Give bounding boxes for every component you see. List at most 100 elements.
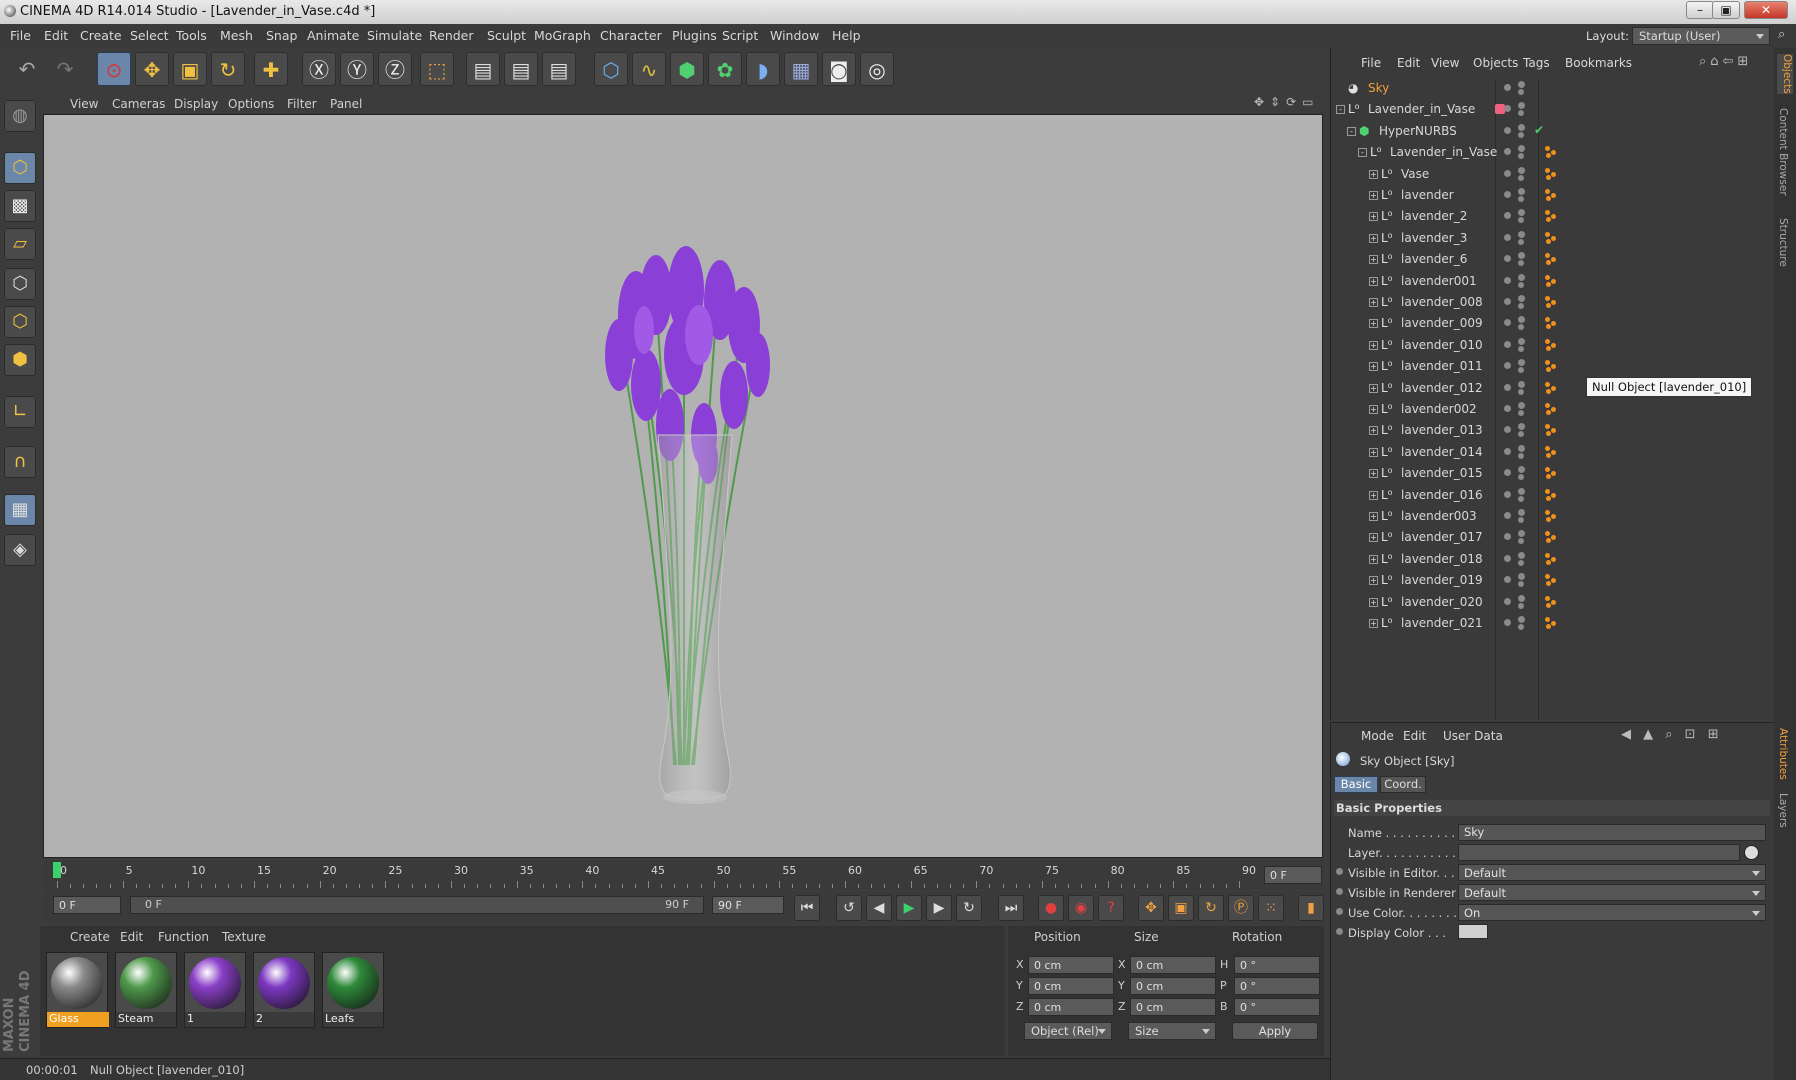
make-editable-icon[interactable]: ◍ xyxy=(4,100,36,132)
visibility-editor-dot[interactable] xyxy=(1504,554,1511,562)
object-row[interactable]: + L⁰ Vase xyxy=(1334,164,1774,185)
expand-icon[interactable]: + xyxy=(1369,405,1378,414)
model-mode-icon[interactable]: ⬡ xyxy=(4,152,36,184)
record-icon[interactable]: ● xyxy=(1038,895,1064,921)
render-view-icon[interactable]: ▤ xyxy=(466,52,500,86)
light-icon[interactable]: ◎ xyxy=(860,52,894,86)
visibility-editor-dot[interactable] xyxy=(1504,512,1511,519)
menu-sculpt[interactable]: Sculpt xyxy=(487,28,526,43)
objects-menu-edit[interactable]: Edit xyxy=(1397,56,1420,70)
visibility-editor-dot[interactable] xyxy=(1504,405,1511,412)
previous-key-icon[interactable]: ↺ xyxy=(836,895,862,921)
menu-character[interactable]: Character xyxy=(600,28,662,43)
workplane-mode-icon[interactable]: ▱ xyxy=(4,228,36,260)
attribute-nav-icons[interactable]: ◀ ▲ ⌕ ⊡ ⊞ xyxy=(1621,727,1723,742)
visibility-editor-dot[interactable] xyxy=(1518,594,1525,602)
key-scale-icon[interactable]: ▣ xyxy=(1168,895,1194,921)
object-row[interactable]: + L⁰ lavender_019 xyxy=(1334,570,1774,591)
object-row[interactable]: + L⁰ lavender_014 xyxy=(1334,442,1774,463)
y-axis-icon[interactable]: Ⓨ xyxy=(340,52,374,86)
array-icon[interactable]: ✿ xyxy=(708,52,742,86)
live-selection-icon[interactable]: ⊙ xyxy=(97,52,131,86)
material-menu-function[interactable]: Function xyxy=(158,930,209,944)
menu-file[interactable]: File xyxy=(10,28,31,43)
expand-icon[interactable]: + xyxy=(1369,298,1378,307)
visibility-editor-dot[interactable] xyxy=(1504,447,1511,455)
object-row[interactable]: + L⁰ lavender xyxy=(1334,185,1774,206)
expand-icon[interactable]: + xyxy=(1369,340,1378,350)
tab-coord[interactable]: Coord. xyxy=(1380,776,1426,793)
visibility-editor-dot[interactable] xyxy=(1518,530,1525,538)
menu-create[interactable]: Create xyxy=(80,28,122,43)
tag-icon[interactable] xyxy=(1545,360,1557,373)
enabled-check-icon[interactable]: ✔ xyxy=(1534,123,1544,137)
tag-icon[interactable] xyxy=(1545,296,1557,308)
last-tool-icon[interactable]: ✚ xyxy=(254,52,288,86)
visibility-editor-dot[interactable] xyxy=(1504,319,1511,327)
attribute-value-select[interactable]: Default xyxy=(1458,864,1766,881)
menu-tools[interactable]: Tools xyxy=(176,28,207,43)
visibility-editor-dot[interactable] xyxy=(1518,252,1525,260)
visibility-editor-dot[interactable] xyxy=(1518,466,1525,474)
expand-icon[interactable]: + xyxy=(1369,469,1378,479)
visibility-editor-dot[interactable] xyxy=(1504,619,1511,626)
object-search-icon[interactable]: ⌕⌂⇦⊞ xyxy=(1699,54,1752,69)
visibility-editor-dot[interactable] xyxy=(1518,380,1525,388)
layer-picker-icon[interactable] xyxy=(1744,845,1759,860)
object-row[interactable]: + L⁰ lavender_2 xyxy=(1334,206,1774,227)
animation-dot[interactable] xyxy=(1336,928,1343,935)
z-axis-icon[interactable]: Ⓩ xyxy=(378,52,412,86)
tag-icon[interactable] xyxy=(1545,403,1557,415)
expand-icon[interactable]: + xyxy=(1369,191,1378,200)
collapse-icon[interactable]: - xyxy=(1347,126,1356,136)
layout-select[interactable]: Startup (User) xyxy=(1632,27,1770,45)
nurbs-icon[interactable]: ⬢ xyxy=(670,52,704,86)
minimize-button[interactable]: – xyxy=(1686,1,1714,19)
spline-icon[interactable]: ∿ xyxy=(632,52,666,86)
side-tab-structure[interactable]: Structure xyxy=(1777,218,1789,267)
maximize-button[interactable]: ▣ xyxy=(1712,1,1740,19)
visibility-editor-dot[interactable] xyxy=(1518,295,1525,302)
scale-icon[interactable]: ▣ xyxy=(173,52,207,86)
tag-icon[interactable] xyxy=(1545,189,1557,201)
visibility-editor-dot[interactable] xyxy=(1504,362,1511,370)
display-color-swatch[interactable] xyxy=(1458,924,1488,939)
attribute-value-select[interactable]: On xyxy=(1458,904,1766,921)
objects-menu-tags[interactable]: Tags xyxy=(1523,56,1550,70)
tag-icon[interactable] xyxy=(1545,510,1557,522)
current-frame-field[interactable]: 0 F xyxy=(1264,866,1322,884)
visibility-render-dot[interactable] xyxy=(1518,89,1524,95)
close-button[interactable]: ✕ xyxy=(1744,1,1788,19)
apply-button[interactable]: Apply xyxy=(1232,1022,1318,1040)
side-tab-attributes[interactable]: Attributes xyxy=(1777,728,1789,780)
visibility-editor-dot[interactable] xyxy=(1518,359,1525,367)
viewport-nav-icons[interactable]: ✥⇕⟳▭ xyxy=(1254,95,1320,109)
visibility-editor-dot[interactable] xyxy=(1518,509,1525,516)
object-row[interactable]: + L⁰ lavender_015 xyxy=(1334,463,1774,484)
visibility-editor-dot[interactable] xyxy=(1504,255,1511,263)
end-frame-field[interactable]: 90 F xyxy=(712,896,784,914)
visibility-editor-dot[interactable] xyxy=(1518,102,1525,110)
next-key-icon[interactable]: ↻ xyxy=(956,895,982,921)
tag-icon[interactable] xyxy=(1545,381,1557,394)
visibility-editor-dot[interactable] xyxy=(1518,123,1525,131)
material-2[interactable]: 2 xyxy=(253,952,315,1028)
visibility-editor-dot[interactable] xyxy=(1504,298,1511,305)
visibility-editor-dot[interactable] xyxy=(1518,230,1525,238)
visibility-editor-dot[interactable] xyxy=(1518,209,1525,217)
expand-icon[interactable]: + xyxy=(1369,255,1378,265)
visibility-editor-dot[interactable] xyxy=(1518,81,1525,88)
visibility-render-dot[interactable] xyxy=(1518,538,1524,545)
visibility-editor-dot[interactable] xyxy=(1504,233,1511,241)
expand-icon[interactable]: + xyxy=(1369,533,1378,543)
expand-icon[interactable]: + xyxy=(1369,169,1378,179)
viewport-menu-options[interactable]: Options xyxy=(228,97,274,111)
object-row[interactable]: + L⁰ lavender_016 xyxy=(1334,485,1774,506)
visibility-render-dot[interactable] xyxy=(1518,452,1524,459)
menu-mesh[interactable]: Mesh xyxy=(220,28,253,43)
start-frame-field[interactable]: 0 F xyxy=(53,896,121,914)
viewport-menu-cameras[interactable]: Cameras xyxy=(112,97,165,111)
tag-icon[interactable] xyxy=(1545,274,1557,287)
visibility-render-dot[interactable] xyxy=(1518,431,1524,438)
expand-icon[interactable]: + xyxy=(1369,490,1378,500)
